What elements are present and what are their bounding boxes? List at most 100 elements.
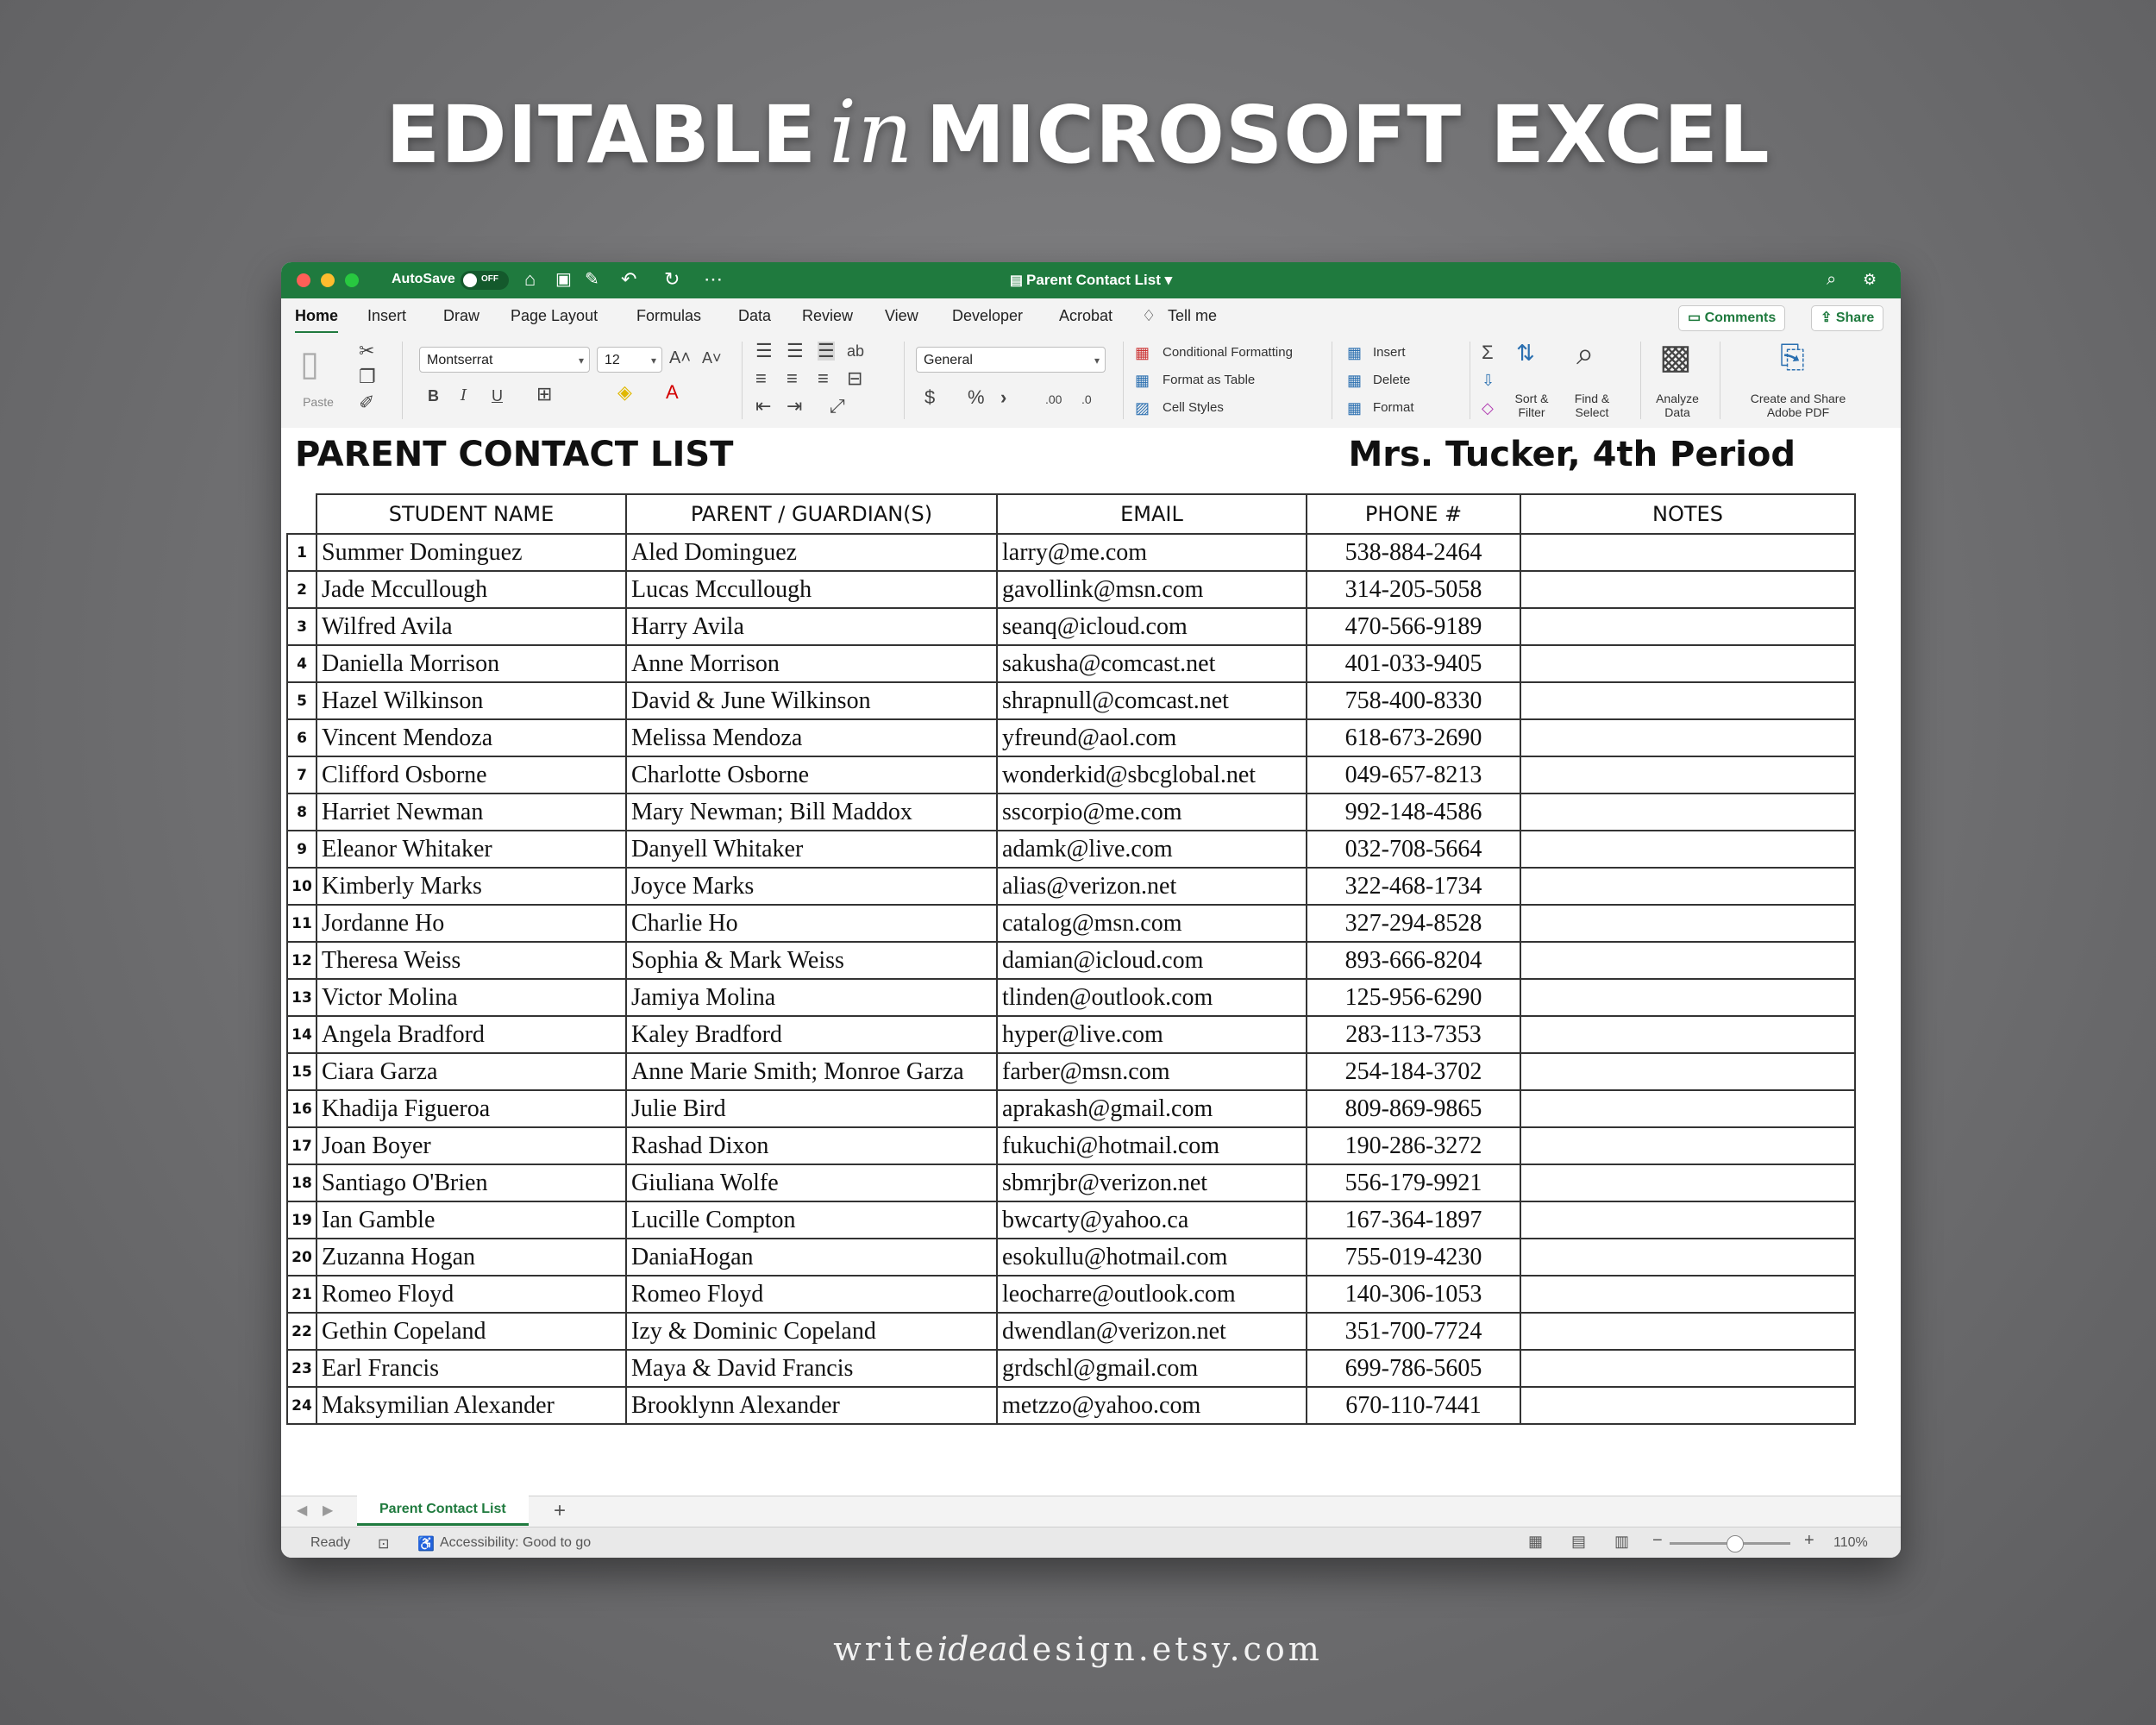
align-center-icon[interactable]: ≡ (787, 369, 798, 388)
conditional-formatting-button[interactable]: Conditional Formatting (1163, 345, 1293, 360)
cell-student-name[interactable]: Jordanne Ho (316, 904, 627, 943)
cell-phone[interactable]: 809-869-9865 (1306, 1089, 1521, 1128)
cell-phone[interactable]: 125-956-6290 (1306, 978, 1521, 1017)
cell-email[interactable]: adamk@live.com (996, 830, 1307, 869)
cell-phone[interactable]: 992-148-4586 (1306, 793, 1521, 831)
autosum-icon[interactable]: Σ (1482, 343, 1494, 362)
analyze-data-label[interactable]: Analyze Data (1647, 392, 1708, 419)
cell-notes[interactable] (1520, 1052, 1856, 1091)
cell-student-name[interactable]: Daniella Morrison (316, 644, 627, 683)
header-phone[interactable]: PHONE # (1306, 493, 1521, 535)
cell-email[interactable]: damian@icloud.com (996, 941, 1307, 980)
cell-parent-guardian[interactable]: Aled Dominguez (625, 533, 998, 572)
comments-button[interactable]: ▭ Comments (1678, 305, 1786, 331)
cell-notes[interactable] (1520, 644, 1856, 683)
cell-phone[interactable]: 401-033-9405 (1306, 644, 1521, 683)
cell-email[interactable]: larry@me.com (996, 533, 1307, 572)
cell-notes[interactable] (1520, 1238, 1856, 1276)
align-middle-icon[interactable]: ☰ (787, 342, 804, 361)
fill-icon[interactable]: ⇩ (1482, 371, 1495, 390)
cell-parent-guardian[interactable]: David & June Wilkinson (625, 681, 998, 720)
cell-phone[interactable]: 538-884-2464 (1306, 533, 1521, 572)
cell-student-name[interactable]: Theresa Weiss (316, 941, 627, 980)
currency-icon[interactable]: $ (924, 388, 935, 407)
cell-email[interactable]: alias@verizon.net (996, 867, 1307, 906)
cell-parent-guardian[interactable]: Kaley Bradford (625, 1015, 998, 1054)
cell-email[interactable]: sakusha@comcast.net (996, 644, 1307, 683)
delete-cells-button[interactable]: Delete (1373, 373, 1410, 387)
cell-parent-guardian[interactable]: Brooklynn Alexander (625, 1386, 998, 1425)
header-notes[interactable]: NOTES (1520, 493, 1856, 535)
cell-notes[interactable] (1520, 1201, 1856, 1239)
cell-parent-guardian[interactable]: Giuliana Wolfe (625, 1164, 998, 1202)
cell-phone[interactable]: 322-468-1734 (1306, 867, 1521, 906)
tab-formulas[interactable]: Formulas (636, 307, 701, 325)
cell-parent-guardian[interactable]: Rashad Dixon (625, 1126, 998, 1165)
cell-notes[interactable] (1520, 1275, 1856, 1314)
cell-email[interactable]: gavollink@msn.com (996, 570, 1307, 609)
tab-insert[interactable]: Insert (367, 307, 406, 325)
tab-acrobat[interactable]: Acrobat (1059, 307, 1112, 325)
cell-notes[interactable] (1520, 1015, 1856, 1054)
header-email[interactable]: EMAIL (996, 493, 1307, 535)
cell-student-name[interactable]: Santiago O'Brien (316, 1164, 627, 1202)
cell-student-name[interactable]: Vincent Mendoza (316, 718, 627, 757)
cell-student-name[interactable]: Wilfred Avila (316, 607, 627, 646)
copy-icon[interactable]: ❐ (359, 367, 376, 386)
zoom-out-icon[interactable]: − (1652, 1531, 1663, 1551)
increase-font-icon[interactable]: A˄ (669, 348, 691, 367)
cell-student-name[interactable]: Summer Dominguez (316, 533, 627, 572)
cell-student-name[interactable]: Ciara Garza (316, 1052, 627, 1091)
analyze-data-icon[interactable]: ▩ (1659, 340, 1692, 374)
cell-email[interactable]: catalog@msn.com (996, 904, 1307, 943)
cell-phone[interactable]: 618-673-2690 (1306, 718, 1521, 757)
paste-icon[interactable]: ▯ (300, 347, 319, 381)
cell-notes[interactable] (1520, 867, 1856, 906)
merge-center-icon[interactable]: ⊟ (847, 369, 862, 388)
clear-icon[interactable]: ◇ (1482, 398, 1494, 417)
borders-icon[interactable]: ⊞ (536, 385, 552, 404)
cell-parent-guardian[interactable]: Danyell Whitaker (625, 830, 998, 869)
create-share-pdf-label[interactable]: Create and Share Adobe PDF (1733, 392, 1863, 419)
wrap-text-icon[interactable]: ab (847, 342, 864, 361)
tell-me[interactable]: Tell me (1168, 307, 1217, 325)
cell-notes[interactable] (1520, 756, 1856, 794)
cell-email[interactable]: sscorpio@me.com (996, 793, 1307, 831)
cell-parent-guardian[interactable]: Julie Bird (625, 1089, 998, 1128)
tab-data[interactable]: Data (738, 307, 771, 325)
decrease-font-icon[interactable]: A˅ (702, 348, 722, 367)
cell-student-name[interactable]: Kimberly Marks (316, 867, 627, 906)
cell-student-name[interactable]: Joan Boyer (316, 1126, 627, 1165)
header-parent-guardian[interactable]: PARENT / GUARDIAN(S) (625, 493, 998, 535)
adobe-pdf-icon[interactable]: ⎘ (1780, 342, 1805, 373)
cell-email[interactable]: yfreund@aol.com (996, 718, 1307, 757)
cell-parent-guardian[interactable]: Joyce Marks (625, 867, 998, 906)
cell-student-name[interactable]: Ian Gamble (316, 1201, 627, 1239)
tab-draw[interactable]: Draw (443, 307, 479, 325)
cell-student-name[interactable]: Victor Molina (316, 978, 627, 1017)
cell-parent-guardian[interactable]: Charlie Ho (625, 904, 998, 943)
cell-parent-guardian[interactable]: Maya & David Francis (625, 1349, 998, 1388)
cell-email[interactable]: hyper@live.com (996, 1015, 1307, 1054)
header-student-name[interactable]: STUDENT NAME (316, 493, 627, 535)
add-sheet-icon[interactable]: + (554, 1499, 566, 1523)
cell-email[interactable]: farber@msn.com (996, 1052, 1307, 1091)
page-break-view-icon[interactable]: ▥ (1614, 1533, 1629, 1551)
cell-notes[interactable] (1520, 978, 1856, 1017)
sort-filter-icon[interactable]: ⇅ (1516, 342, 1535, 364)
cell-notes[interactable] (1520, 681, 1856, 720)
font-size-select[interactable]: 12 ▾ (597, 347, 662, 373)
cell-email[interactable]: sbmrjbr@verizon.net (996, 1164, 1307, 1202)
italic-icon[interactable]: I (461, 386, 467, 405)
tab-view[interactable]: View (885, 307, 918, 325)
insert-cells-icon[interactable]: ▦ (1347, 343, 1362, 362)
cell-parent-guardian[interactable]: Sophia & Mark Weiss (625, 941, 998, 980)
percent-icon[interactable]: % (968, 388, 985, 407)
accessibility-status[interactable]: Accessibility: Good to go (440, 1535, 591, 1551)
cell-student-name[interactable]: Angela Bradford (316, 1015, 627, 1054)
cell-email[interactable]: shrapnull@comcast.net (996, 681, 1307, 720)
cell-email[interactable]: grdschl@gmail.com (996, 1349, 1307, 1388)
find-select-label[interactable]: Find & Select (1564, 392, 1620, 419)
cell-student-name[interactable]: Earl Francis (316, 1349, 627, 1388)
decrease-decimal-icon[interactable]: .0 (1081, 390, 1092, 409)
